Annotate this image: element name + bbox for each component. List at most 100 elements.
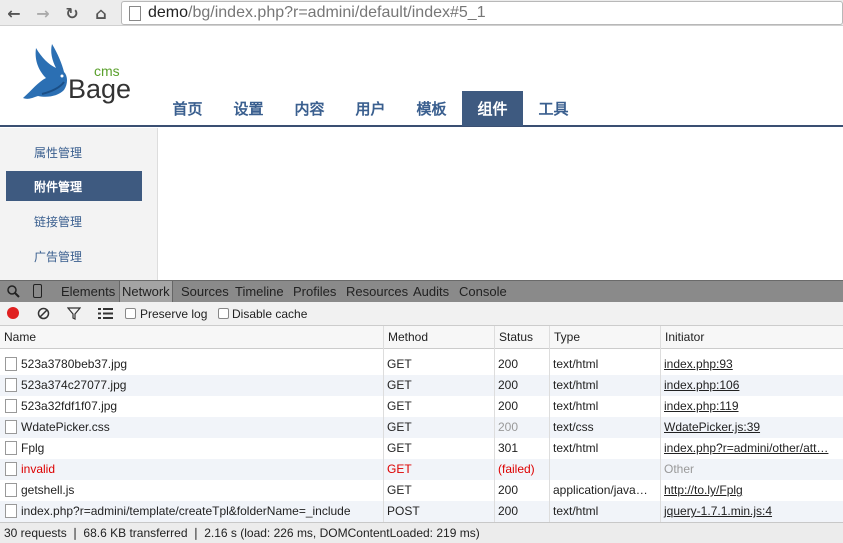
row-name: invalid	[21, 462, 56, 476]
col-name[interactable]: Name	[0, 326, 383, 348]
forward-icon[interactable]: →	[34, 4, 52, 23]
tab-audits[interactable]: Audits	[413, 284, 449, 299]
network-summary: 30 requests ❘ 68.6 KB transferred ❘ 2.16…	[0, 522, 843, 543]
row-method: GET	[387, 357, 412, 371]
record-icon[interactable]	[7, 307, 19, 319]
col-method[interactable]: Method	[383, 326, 494, 348]
table-row[interactable]: invalid GET (failed) Other	[0, 459, 843, 480]
row-method: GET	[387, 462, 412, 476]
column-divider	[494, 326, 495, 522]
table-row[interactable]: 523a374c27077.jpg GET 200 text/html inde…	[0, 375, 843, 396]
nav-templates[interactable]: 模板	[401, 91, 462, 126]
sidebar-item-attachments[interactable]: 附件管理	[6, 171, 142, 201]
tab-network[interactable]: Network	[119, 281, 173, 302]
col-status[interactable]: Status	[494, 326, 549, 348]
nav-components[interactable]: 组件	[462, 91, 523, 126]
tab-profiles[interactable]: Profiles	[293, 284, 336, 299]
table-row[interactable]: getshell.js GET 200 application/java… ht…	[0, 480, 843, 501]
row-initiator: Other	[664, 462, 695, 476]
browser-toolbar: ← → ↻ ⌂ demo/bg/index.php?r=admini/defau…	[0, 0, 843, 26]
row-initiator-link[interactable]: WdatePicker.js:39	[660, 417, 843, 438]
network-toolbar: Preserve log Disable cache	[0, 302, 843, 326]
sidebar-item-links[interactable]: 链接管理	[6, 206, 142, 236]
row-type: text/html	[553, 441, 599, 455]
row-status: 200	[498, 504, 519, 518]
row-method: GET	[387, 483, 412, 497]
filter-icon[interactable]	[67, 307, 81, 320]
file-icon	[5, 441, 17, 455]
nav-users[interactable]: 用户	[340, 91, 401, 126]
tab-console[interactable]: Console	[459, 284, 507, 299]
row-initiator-link[interactable]: jquery-1.7.1.min.js:4	[660, 501, 843, 522]
row-method: GET	[387, 378, 412, 392]
column-divider	[383, 326, 384, 522]
list-view-icon[interactable]	[98, 308, 113, 319]
table-row[interactable]: 523a3780beb37.jpg GET 200 text/html inde…	[0, 354, 843, 375]
devtools-tabbar: Elements Network Sources Timeline Profil…	[0, 280, 843, 302]
row-initiator-link[interactable]: index.php?r=admini/other/att…	[660, 438, 843, 459]
tab-resources[interactable]: Resources	[346, 284, 408, 299]
tab-elements[interactable]: Elements	[61, 284, 115, 299]
row-initiator-link[interactable]: index.php:119	[660, 396, 843, 417]
column-divider	[549, 326, 550, 522]
clear-icon[interactable]	[37, 307, 50, 320]
page-icon	[129, 6, 141, 21]
preserve-log-label: Preserve log	[140, 307, 208, 321]
row-method: GET	[387, 399, 412, 413]
preserve-log-checkbox[interactable]	[125, 308, 136, 319]
row-type: text/html	[553, 504, 599, 518]
disable-cache-checkbox[interactable]	[218, 308, 229, 319]
row-method: GET	[387, 420, 412, 434]
disable-cache-label: Disable cache	[232, 307, 308, 321]
nav-content[interactable]: 内容	[279, 91, 340, 126]
row-name: getshell.js	[21, 483, 75, 497]
col-type[interactable]: Type	[549, 326, 660, 348]
address-bar[interactable]: demo/bg/index.php?r=admini/default/index…	[121, 1, 843, 25]
row-type: text/html	[553, 399, 599, 413]
tab-timeline[interactable]: Timeline	[235, 284, 284, 299]
file-icon	[5, 399, 17, 413]
col-initiator[interactable]: Initiator	[660, 326, 843, 348]
row-initiator-link[interactable]: index.php:106	[660, 375, 843, 396]
main-nav: 首页 设置 内容 用户 模板 组件 工具	[157, 91, 584, 126]
nav-tools[interactable]: 工具	[523, 91, 584, 126]
row-name: 523a32fdf1f07.jpg	[21, 399, 118, 413]
table-row[interactable]: index.php?r=admini/template/createTpl&fo…	[0, 501, 843, 522]
row-type	[549, 459, 660, 480]
row-status: 301	[498, 441, 519, 455]
url-text: demo/bg/index.php?r=admini/default/index…	[148, 4, 486, 21]
row-method: GET	[387, 441, 412, 455]
row-type: application/java…	[553, 483, 648, 497]
file-icon	[5, 462, 17, 476]
nav-settings[interactable]: 设置	[218, 91, 279, 126]
row-status: 200	[498, 483, 519, 497]
sidebar-item-ads[interactable]: 广告管理	[6, 241, 142, 271]
search-icon[interactable]	[7, 285, 20, 298]
row-name: Fplg	[21, 441, 45, 455]
sidebar: 属性管理 附件管理 链接管理 广告管理	[0, 128, 158, 280]
logo-bage: Bage	[68, 74, 131, 104]
column-divider	[660, 326, 661, 522]
row-type: text/css	[553, 420, 594, 434]
row-status: (failed)	[498, 462, 535, 476]
row-status: 200	[498, 399, 519, 413]
home-icon[interactable]: ⌂	[92, 4, 110, 23]
row-initiator-link[interactable]: index.php:93	[660, 354, 843, 375]
sidebar-item-attributes[interactable]: 属性管理	[6, 137, 142, 167]
row-name: 523a3780beb37.jpg	[21, 357, 128, 371]
table-row[interactable]: 523a32fdf1f07.jpg GET 200 text/html inde…	[0, 396, 843, 417]
device-icon[interactable]	[33, 284, 42, 298]
file-icon	[5, 504, 17, 518]
row-initiator-link[interactable]: http://to.ly/Fplg	[660, 480, 843, 501]
row-status: 200	[498, 420, 519, 434]
row-name: index.php?r=admini/template/createTpl&fo…	[21, 504, 351, 518]
table-row[interactable]: Fplg GET 301 text/html index.php?r=admin…	[0, 438, 843, 459]
bage-cms-logo[interactable]: cms Bage	[20, 42, 135, 104]
table-row[interactable]: WdatePicker.css GET 200 text/css WdatePi…	[0, 417, 843, 438]
nav-home[interactable]: 首页	[157, 91, 218, 126]
network-table-body: 523a3780beb37.jpg GET 200 text/html inde…	[0, 349, 843, 522]
back-icon[interactable]: ←	[5, 4, 23, 23]
tab-sources[interactable]: Sources	[181, 284, 229, 299]
file-icon	[5, 483, 17, 497]
reload-icon[interactable]: ↻	[63, 4, 81, 23]
